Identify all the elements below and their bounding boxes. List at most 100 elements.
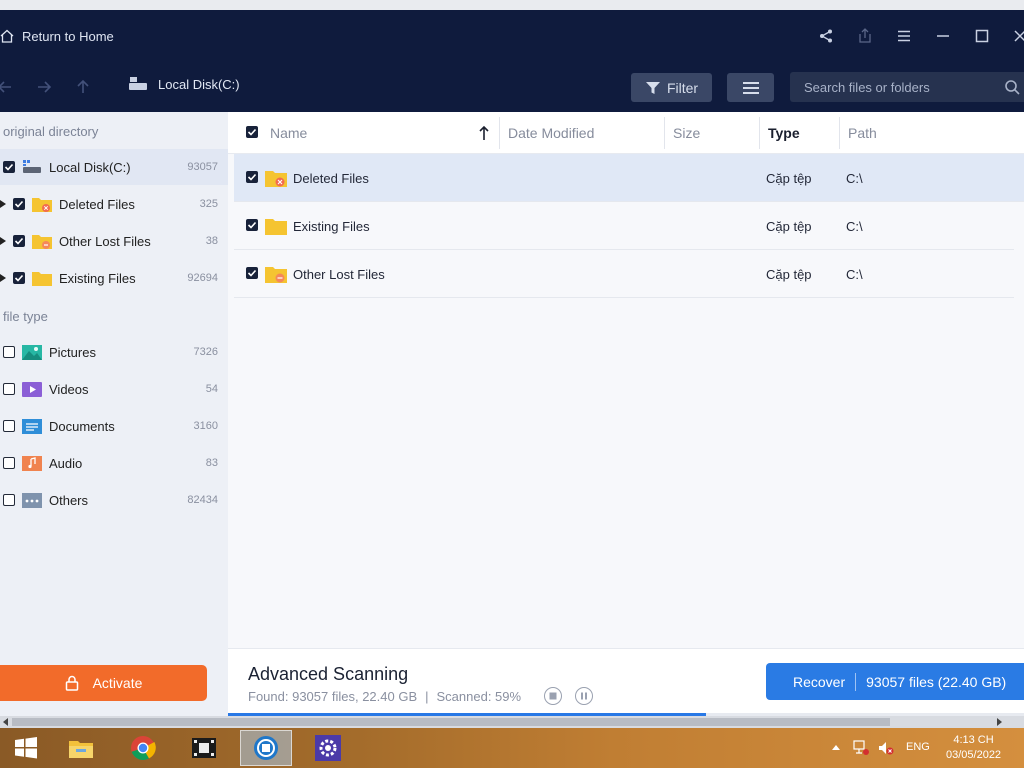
start-button[interactable] (0, 730, 52, 766)
expand-arrow-icon[interactable] (0, 200, 6, 208)
file-list-panel: Name Date Modified Size Type Path Delete… (228, 112, 1024, 716)
recover-button[interactable]: Recover 93057 files (22.40 GB) (766, 663, 1024, 700)
stop-scan-button[interactable] (544, 687, 562, 705)
sidebar-item-existing-files[interactable]: Existing Files 92694 (0, 260, 228, 296)
forward-button[interactable] (33, 76, 55, 98)
arrow-right-icon (38, 81, 52, 93)
scan-title: Advanced Scanning (248, 664, 409, 684)
search-icon[interactable] (1004, 79, 1020, 95)
sidebar-item-pictures[interactable]: Pictures 7326 (0, 334, 228, 370)
export-button[interactable] (853, 24, 877, 48)
close-button[interactable] (1008, 24, 1024, 48)
check-icon (14, 200, 24, 208)
scroll-left-icon[interactable] (2, 718, 10, 726)
file-path: C:\ (846, 219, 863, 234)
sidebar-item-videos[interactable]: Videos 54 (0, 371, 228, 407)
expand-arrow-icon[interactable] (0, 237, 6, 245)
menu-icon (898, 30, 910, 42)
clock[interactable]: 4:13 CH 03/05/2022 (946, 733, 1001, 763)
settings-gear-icon (315, 735, 341, 761)
taskbar-chrome[interactable] (117, 730, 169, 766)
column-divider[interactable] (499, 117, 500, 149)
share-button[interactable] (814, 24, 838, 48)
arrow-up-icon (77, 79, 89, 93)
view-menu-button[interactable] (727, 73, 774, 102)
sidebar-item-label: Audio (49, 455, 83, 471)
checkbox[interactable] (3, 457, 15, 469)
sidebar-item-label: Documents (49, 418, 115, 434)
checkbox[interactable] (3, 494, 15, 506)
breadcrumb[interactable]: Local Disk(C:) (128, 76, 240, 92)
column-header-type[interactable]: Type (768, 125, 800, 141)
scrollbar-thumb[interactable] (12, 718, 890, 726)
sidebar-item-label: Videos (49, 381, 89, 397)
row-checkbox[interactable] (246, 267, 258, 279)
filter-label: Filter (666, 79, 699, 96)
back-button[interactable] (0, 76, 16, 98)
maximize-button[interactable] (970, 24, 994, 48)
filter-button[interactable]: Filter (631, 73, 712, 102)
checkbox[interactable] (3, 383, 15, 395)
row-checkbox[interactable] (246, 219, 258, 231)
sidebar-item-audio[interactable]: Audio 83 (0, 445, 228, 481)
file-type: Cặp tệp (766, 171, 812, 186)
item-count: 325 (199, 198, 218, 210)
column-divider[interactable] (839, 117, 840, 149)
column-divider[interactable] (759, 117, 760, 149)
taskbar-video-editor[interactable] (178, 730, 230, 766)
return-home-button[interactable]: Return to Home (0, 24, 114, 48)
checkbox[interactable] (13, 235, 25, 247)
table-row[interactable]: Other Lost Files Cặp tệp C:\ (234, 250, 1014, 298)
sidebar-item-local-disk[interactable]: Local Disk(C:) 93057 (0, 149, 228, 185)
app-menu-button[interactable] (892, 24, 916, 48)
expand-arrow-icon[interactable] (0, 274, 6, 282)
table-row[interactable]: Deleted Files Cặp tệp C:\ (234, 154, 1024, 202)
stop-icon (549, 692, 557, 700)
sidebar-item-deleted-files[interactable]: Deleted Files 325 (0, 186, 228, 222)
language-indicator[interactable]: ENG (906, 741, 930, 753)
sidebar-item-label: Deleted Files (59, 196, 135, 212)
scroll-right-icon[interactable] (995, 718, 1003, 726)
lost-folder-icon (265, 267, 287, 283)
tray-expand-icon[interactable] (831, 743, 841, 751)
taskbar-file-explorer[interactable] (55, 730, 107, 766)
sort-ascending-icon[interactable] (478, 125, 490, 141)
pause-scan-button[interactable] (575, 687, 593, 705)
taskbar: ENG 4:13 CH 03/05/2022 (0, 728, 1024, 768)
check-icon (247, 221, 257, 229)
others-icon (22, 493, 42, 508)
column-header-date-modified[interactable]: Date Modified (508, 125, 594, 141)
column-header-path[interactable]: Path (848, 125, 877, 141)
table-row[interactable]: Existing Files Cặp tệp C:\ (234, 202, 1014, 250)
title-bar: Return to Home (0, 10, 1024, 62)
sidebar-item-others[interactable]: Others 82434 (0, 482, 228, 518)
up-button[interactable] (72, 76, 94, 98)
checkbox[interactable] (3, 346, 15, 358)
lost-folder-icon (32, 235, 52, 249)
column-header-name[interactable]: Name (270, 125, 307, 141)
column-header-size[interactable]: Size (673, 125, 700, 141)
volume-muted-icon[interactable] (877, 740, 895, 756)
checkbox[interactable] (3, 420, 15, 432)
network-icon[interactable] (852, 740, 870, 756)
checkbox[interactable] (13, 272, 25, 284)
item-count: 93057 (187, 161, 218, 173)
taskbar-recovery-app[interactable] (240, 730, 292, 766)
lock-icon (65, 675, 78, 691)
taskbar-settings[interactable] (302, 730, 354, 766)
search-input[interactable] (804, 79, 994, 95)
scan-footer: Advanced Scanning Found: 93057 files, 22… (228, 648, 1024, 717)
column-divider[interactable] (664, 117, 665, 149)
check-icon (14, 237, 24, 245)
row-checkbox[interactable] (246, 171, 258, 183)
minimize-button[interactable] (931, 24, 955, 48)
sidebar-item-other-lost-files[interactable]: Other Lost Files 38 (0, 223, 228, 259)
activate-button[interactable]: Activate (0, 665, 207, 701)
horizontal-scrollbar[interactable] (0, 716, 1024, 728)
share-icon (820, 29, 832, 43)
deleted-folder-icon (265, 171, 287, 187)
checkbox[interactable] (3, 161, 15, 173)
checkbox[interactable] (13, 198, 25, 210)
sidebar-item-documents[interactable]: Documents 3160 (0, 408, 228, 444)
select-all-checkbox[interactable] (246, 126, 258, 138)
